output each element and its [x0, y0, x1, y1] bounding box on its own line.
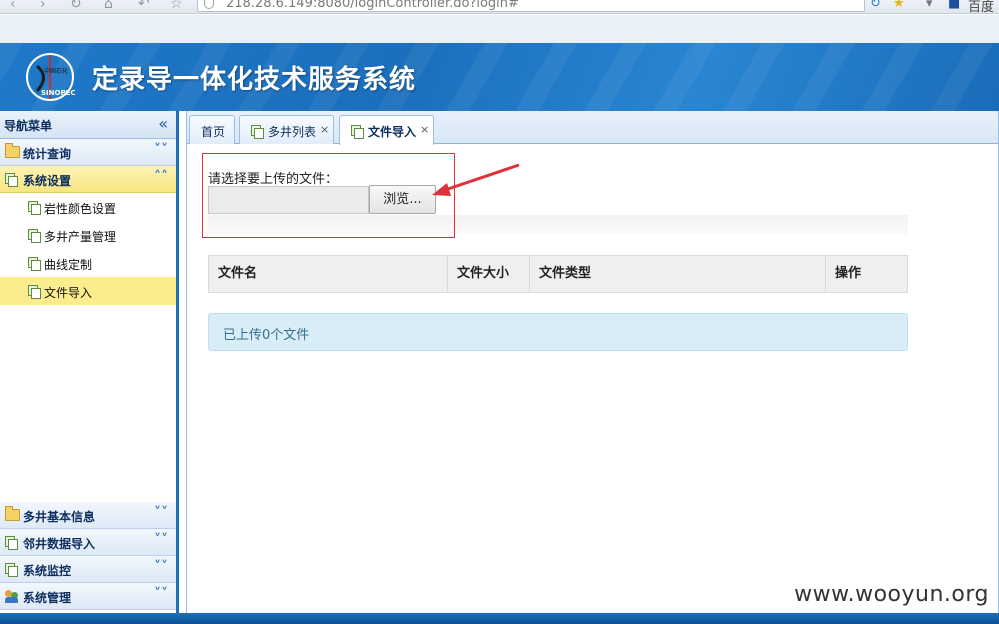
- shield-icon: [204, 0, 214, 9]
- double-chevron-down-icon[interactable]: ˅˅: [154, 586, 168, 602]
- home-icon[interactable]: ⌂: [104, 0, 113, 12]
- pages-icon: [28, 257, 41, 271]
- watermark-text: www.wooyun.org: [794, 582, 989, 607]
- folder-icon: [5, 506, 20, 521]
- double-chevron-down-icon[interactable]: ˅˅: [154, 505, 168, 521]
- favorite-star-icon[interactable]: ★: [893, 0, 905, 11]
- annotation-highlight-box: [202, 153, 455, 238]
- panel-label: 统计查询: [23, 147, 72, 161]
- app-header: 中国石化 SINOPEC 定录导一体化技术服务系统: [0, 43, 999, 111]
- browser-toolbar: ‹ › ↻ ⌂ ↶ ☆ 218.28.6.149:8080/loginContr…: [0, 0, 999, 14]
- browser-spacer: [0, 15, 999, 43]
- sidebar-bottom-panels: 多井基本信息 ˅˅ 邻井数据导入 ˅˅ 系统监控 ˅˅ 系统管理 ˅˅: [0, 502, 176, 610]
- main-panel: 首页 多井列表 × 文件导入 × 请选择要上传的文件： 浏览... 文件名 文件…: [186, 111, 999, 613]
- pages-icon: [5, 536, 18, 550]
- search-engine-label: 百度: [968, 0, 995, 14]
- pages-icon: [28, 285, 41, 299]
- sidebar-item-label: 多井产量管理: [44, 230, 117, 244]
- double-chevron-down-icon[interactable]: ˅˅: [154, 532, 168, 548]
- pages-icon: [351, 125, 364, 139]
- tab-label: 多井列表: [268, 125, 317, 139]
- column-header-filetype: 文件类型: [530, 256, 826, 292]
- address-url: 218.28.6.149:8080/loginController.do?log…: [226, 0, 519, 11]
- upload-status-alert: 已上传0个文件: [208, 313, 908, 351]
- star-outline-icon[interactable]: ☆: [170, 0, 183, 12]
- sidebar-item-curve-custom[interactable]: 曲线定制: [0, 249, 176, 277]
- sidebar-title: 导航菜单: [4, 119, 53, 133]
- dropdown-icon[interactable]: ▾: [926, 0, 933, 11]
- file-table-header: 文件名 文件大小 文件类型 操作: [208, 255, 908, 293]
- double-chevron-down-icon[interactable]: ˅˅: [154, 142, 168, 158]
- panel-label: 系统监控: [23, 564, 72, 578]
- panel-label: 系统设置: [23, 174, 72, 188]
- column-header-filename: 文件名: [209, 256, 448, 292]
- tab-home[interactable]: 首页: [189, 115, 235, 144]
- panel-label: 多井基本信息: [23, 510, 96, 524]
- upload-status-text: 已上传0个文件: [223, 328, 310, 343]
- search-engine-icon[interactable]: ■: [948, 0, 960, 11]
- tab-file-import[interactable]: 文件导入 ×: [339, 115, 434, 145]
- sidebar-panel-statistics[interactable]: 统计查询 ˅˅: [0, 139, 176, 166]
- sidebar-item-lithology-color[interactable]: 岩性颜色设置: [0, 193, 176, 221]
- undo-icon[interactable]: ↶: [138, 0, 150, 12]
- app-footer: [0, 613, 999, 624]
- sidebar-item-label: 文件导入: [44, 286, 93, 300]
- forward-icon[interactable]: ›: [40, 0, 46, 12]
- pages-icon: [5, 173, 18, 187]
- sidebar-panel-admin[interactable]: 系统管理 ˅˅: [0, 583, 176, 610]
- sidebar-panel-neighbor-import[interactable]: 邻井数据导入 ˅˅: [0, 529, 176, 556]
- annotation-arrow-icon: [432, 163, 520, 196]
- pages-icon: [5, 563, 18, 577]
- sidebar-panel-multiwell-info[interactable]: 多井基本信息 ˅˅: [0, 502, 176, 529]
- column-header-actions: 操作: [835, 266, 862, 281]
- sidebar-item-multiwell-production[interactable]: 多井产量管理: [0, 221, 176, 249]
- sidebar-panel-system-settings[interactable]: 系统设置 ˄˄: [0, 166, 176, 193]
- close-icon[interactable]: ×: [420, 123, 429, 136]
- users-icon: [5, 590, 19, 603]
- panel-label: 邻井数据导入: [23, 537, 96, 551]
- column-header-filesize: 文件大小: [448, 256, 530, 292]
- tab-label: 文件导入: [368, 125, 417, 139]
- navigation-sidebar: 导航菜单 « 统计查询 ˅˅ 系统设置 ˄˄ 岩性颜色设置 多井产量管理 曲线定…: [0, 111, 179, 613]
- pages-icon: [251, 125, 264, 139]
- pages-icon: [28, 229, 41, 243]
- svg-text:中国石化: 中国石化: [44, 67, 68, 75]
- logo-text: SINOPEC: [41, 89, 76, 97]
- back-icon[interactable]: ‹: [10, 0, 16, 12]
- double-chevron-down-icon[interactable]: ˅˅: [154, 559, 168, 575]
- address-bar[interactable]: 218.28.6.149:8080/loginController.do?log…: [197, 0, 865, 12]
- browser-refresh-icon[interactable]: ↻: [870, 0, 881, 11]
- sidebar-item-label: 曲线定制: [44, 258, 93, 272]
- tab-multiwell-list[interactable]: 多井列表 ×: [239, 115, 334, 144]
- tab-label: 首页: [201, 125, 226, 139]
- folder-icon: [5, 143, 20, 158]
- sidebar-panel-monitor[interactable]: 系统监控 ˅˅: [0, 556, 176, 583]
- pages-icon: [28, 201, 41, 215]
- tab-bar: 首页 多井列表 × 文件导入 ×: [187, 111, 999, 145]
- sidebar-item-file-import[interactable]: 文件导入: [0, 277, 176, 305]
- panel-label: 系统管理: [23, 591, 72, 605]
- double-chevron-left-icon[interactable]: «: [158, 114, 168, 133]
- double-chevron-up-icon[interactable]: ˄˄: [154, 169, 168, 185]
- sidebar-header: 导航菜单 «: [0, 111, 176, 139]
- page-root: ‹ › ↻ ⌂ ↶ ☆ 218.28.6.149:8080/loginContr…: [0, 0, 999, 624]
- file-import-content: 请选择要上传的文件： 浏览... 文件名 文件大小 文件类型 操作 已上传0个文…: [187, 145, 999, 613]
- sinopec-logo-icon: 中国石化 SINOPEC: [26, 53, 76, 101]
- close-icon[interactable]: ×: [320, 123, 329, 136]
- refresh-icon[interactable]: ↻: [70, 0, 82, 12]
- sidebar-item-label: 岩性颜色设置: [44, 202, 117, 216]
- app-title: 定录导一体化技术服务系统: [92, 65, 417, 95]
